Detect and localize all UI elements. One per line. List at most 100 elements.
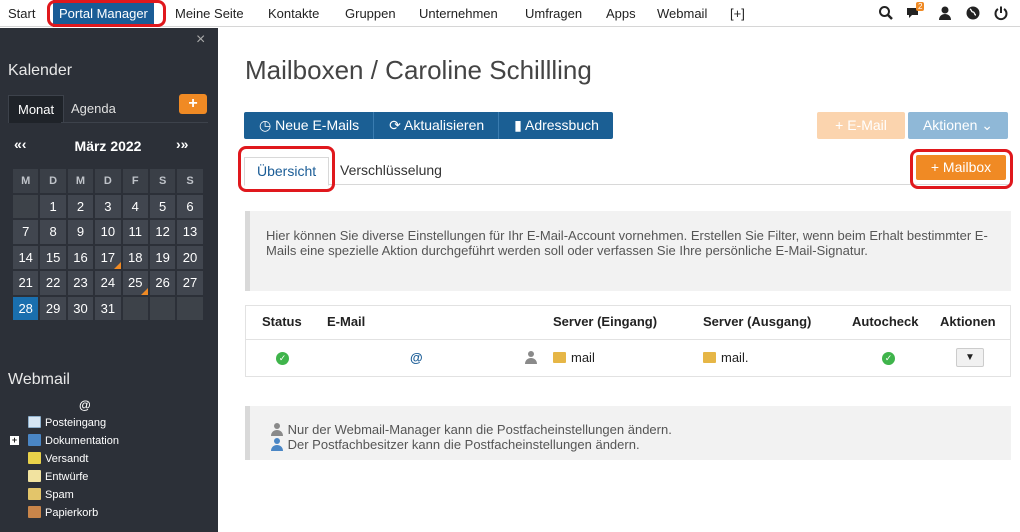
addressbook-button[interactable]: ▮ Adressbuch — [499, 112, 613, 139]
folder-label: Entwürfe — [45, 471, 89, 483]
legend-manager-text: Nur der Webmail-Manager kann die Postfac… — [287, 422, 672, 437]
calendar-day[interactable]: 16 — [66, 244, 95, 270]
email-at-icon[interactable]: @ — [410, 350, 423, 365]
weekday-label: S — [176, 168, 204, 194]
tab-verschluesselung[interactable]: Verschlüsselung — [328, 157, 454, 186]
account-at-icon[interactable]: @ — [79, 398, 91, 412]
calendar-grid: M D M D F S S 1 2 3 4 5 6 7 8 9 10 11 12… — [12, 168, 204, 321]
folder-posteingang[interactable]: Posteingang — [28, 415, 106, 432]
calendar-day[interactable]: 27 — [176, 270, 204, 296]
row-actions-chevron-icon[interactable]: ▼ — [956, 347, 984, 367]
chevron-down-icon: ⌄ — [977, 117, 994, 133]
col-server-in: Server (Eingang) — [553, 314, 658, 330]
nav-start[interactable]: Start — [8, 0, 35, 27]
weekday-label: D — [39, 168, 67, 194]
calendar-day[interactable]: 31 — [94, 295, 122, 321]
folder-entwuerfe[interactable]: Entwürfe — [28, 469, 88, 486]
calendar-day[interactable]: 15 — [39, 244, 67, 270]
refresh-button[interactable]: ⟳ Aktualisieren — [374, 112, 500, 139]
calendar-day-empty — [176, 295, 204, 321]
tab-agenda[interactable]: Agenda — [62, 95, 125, 123]
calendar-day[interactable]: 23 — [66, 270, 95, 296]
folder-label: Papierkorb — [45, 507, 99, 519]
globe-icon[interactable] — [965, 5, 981, 21]
info-box: Hier können Sie diverse Einstellungen fü… — [245, 211, 1011, 291]
weekday-label: D — [94, 168, 122, 194]
new-email-button[interactable]: + E-Mail — [817, 112, 905, 139]
folder-versandt[interactable]: Versandt — [28, 451, 88, 468]
calendar-day[interactable]: 29 — [39, 295, 67, 321]
weekday-label: F — [121, 168, 149, 194]
calendar-day[interactable]: 12 — [148, 219, 177, 245]
calendar-day[interactable]: 26 — [148, 270, 177, 296]
folder-spam[interactable]: Spam — [28, 487, 74, 504]
calendar-day[interactable]: 30 — [66, 295, 95, 321]
calendar-day-empty — [121, 295, 149, 321]
calendar-day[interactable]: 6 — [176, 193, 204, 219]
mail-button-group: ◷ Neue E-Mails ⟳ Aktualisieren ▮ Adressb… — [244, 112, 613, 139]
calendar-day[interactable]: 2 — [66, 193, 95, 219]
autocheck-cell: ✓ — [852, 339, 940, 375]
trash-icon — [28, 506, 41, 518]
power-icon[interactable] — [993, 5, 1009, 21]
calendar-day[interactable]: 1 — [39, 193, 67, 219]
calendar-day[interactable]: 21 — [12, 270, 40, 296]
prev-month-icon[interactable]: «‹ — [14, 136, 26, 152]
nav-umfragen[interactable]: Umfragen — [525, 0, 582, 27]
nav-gruppen[interactable]: Gruppen — [345, 0, 396, 27]
col-autocheck: Autocheck — [852, 314, 919, 330]
nav-meine-seite[interactable]: Meine Seite — [175, 0, 244, 27]
calendar-day[interactable]: 24 — [94, 270, 122, 296]
actions-cell: ▼ — [940, 339, 1011, 375]
new-mails-label: Neue E-Mails — [275, 117, 360, 133]
add-event-button[interactable]: + — [179, 94, 207, 114]
weekday-label: M — [12, 168, 40, 194]
nav-unternehmen[interactable]: Unternehmen — [419, 0, 498, 27]
calendar-day[interactable]: 22 — [39, 270, 67, 296]
search-icon[interactable] — [878, 5, 894, 21]
calendar-week-row: 7 8 9 10 11 12 13 — [12, 219, 204, 245]
next-month-icon[interactable]: ›» — [176, 136, 188, 152]
calendar-day[interactable]: 7 — [12, 219, 40, 245]
lock-icon — [553, 351, 566, 363]
calendar-day[interactable]: 8 — [39, 219, 67, 245]
close-sidebar-icon[interactable]: × — [196, 31, 205, 49]
calendar-day[interactable]: 3 — [94, 193, 122, 219]
highlight-portal-manager — [47, 0, 166, 27]
folder-dokumentation[interactable]: Dokumentation — [28, 433, 119, 450]
calendar-day[interactable]: 10 — [94, 219, 122, 245]
actions-dropdown[interactable]: Aktionen ⌄ — [908, 112, 1008, 139]
expand-icon[interactable]: + — [10, 436, 19, 445]
nav-more[interactable]: [+] — [730, 0, 745, 27]
nav-webmail[interactable]: Webmail — [657, 0, 707, 27]
weekday-label: S — [148, 168, 177, 194]
folder-papierkorb[interactable]: Papierkorb — [28, 505, 98, 522]
user-icon[interactable] — [937, 5, 953, 21]
calendar-day[interactable]: 20 — [176, 244, 204, 270]
calendar-day-empty — [148, 295, 177, 321]
tab-monat[interactable]: Monat — [8, 95, 65, 123]
calendar-day-today[interactable]: 28 — [12, 295, 40, 321]
owner-user-icon — [525, 350, 538, 364]
calendar-day[interactable]: 13 — [176, 219, 204, 245]
calendar-day[interactable]: 14 — [12, 244, 40, 270]
tab-divider — [61, 122, 208, 123]
nav-kontakte[interactable]: Kontakte — [268, 0, 319, 27]
col-server-out: Server (Ausgang) — [703, 314, 812, 330]
calendar-day-empty — [12, 193, 40, 219]
webmail-title: Webmail — [8, 371, 70, 388]
calendar-day[interactable]: 9 — [66, 219, 95, 245]
calendar-day[interactable]: 19 — [148, 244, 177, 270]
nav-apps[interactable]: Apps — [606, 0, 636, 27]
calendar-day[interactable]: 18 — [121, 244, 149, 270]
calendar-weekday-row: M D M D F S S — [12, 168, 204, 194]
calendar-day[interactable]: 11 — [121, 219, 149, 245]
server-out-value: mail. — [721, 349, 749, 365]
folder-label: Dokumentation — [45, 435, 119, 447]
new-mails-button[interactable]: ◷ Neue E-Mails — [244, 112, 375, 139]
calendar-day[interactable]: 4 — [121, 193, 149, 219]
calendar-day-with-event[interactable]: 25 — [121, 270, 149, 296]
app-window: Start Portal Manager Meine Seite Kontakt… — [0, 0, 1020, 532]
calendar-day[interactable]: 5 — [148, 193, 177, 219]
calendar-day-with-event[interactable]: 17 — [94, 244, 122, 270]
